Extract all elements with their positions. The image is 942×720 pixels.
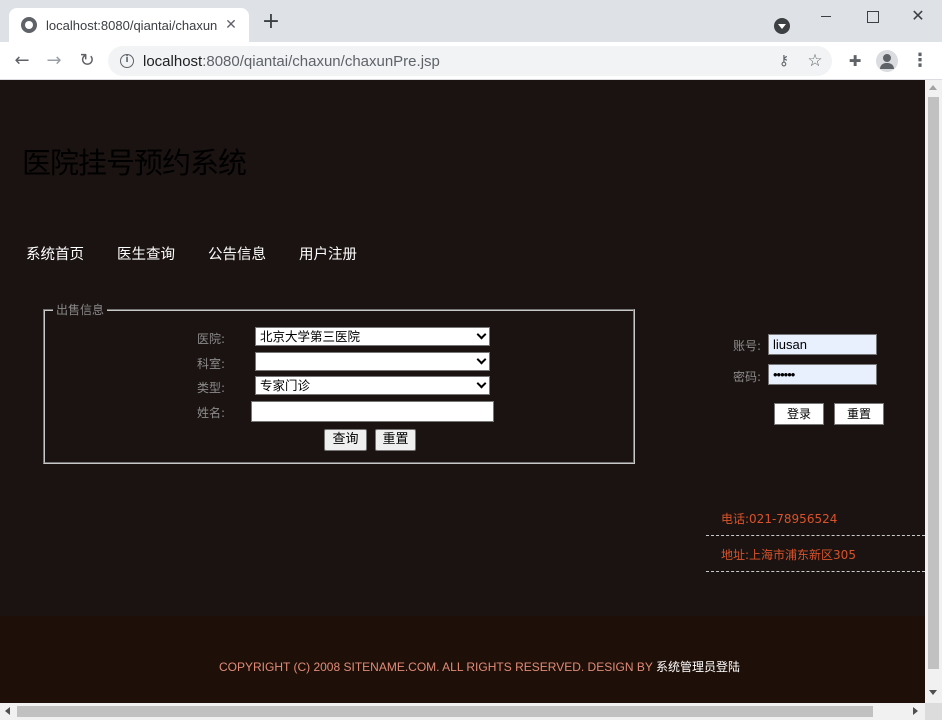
hospital-select[interactable]: 北京大学第三医院: [255, 327, 490, 346]
browser-tab[interactable]: localhost:8080/qiantai/chaxun/ ✕: [9, 8, 249, 42]
department-label: 科室:: [197, 357, 226, 371]
login-button[interactable]: 登录: [774, 403, 824, 425]
type-row: 类型: 专家门诊: [45, 376, 635, 398]
scrollbar-corner: [925, 703, 942, 720]
profile-avatar-icon[interactable]: [876, 50, 898, 72]
department-row: 科室:: [45, 352, 635, 374]
nav-user-register[interactable]: 用户注册: [299, 243, 357, 264]
browser-toolbar: ← → ↻ i localhost:8080/qiantai/chaxun/ch…: [0, 42, 942, 80]
password-label: 密码:: [733, 370, 762, 384]
type-selected-value: 专家门诊: [260, 378, 311, 393]
reset-login-button[interactable]: 重置: [834, 403, 884, 425]
form-buttons-row: 查询 重置: [45, 429, 635, 451]
key-icon[interactable]: ⚷: [776, 53, 792, 69]
url-host: localhost: [143, 52, 203, 70]
site-title: 医院挂号预约系统: [22, 146, 247, 180]
hospital-selected-value: 北京大学第三医院: [260, 329, 361, 344]
scroll-left-icon[interactable]: [5, 707, 10, 715]
page-footer: COPYRIGHT (C) 2008 SITENAME.COM. ALL RIG…: [0, 616, 925, 703]
close-window-button[interactable]: ✕: [908, 6, 928, 26]
tab-close-icon[interactable]: ✕: [223, 17, 239, 33]
copyright-text: COPYRIGHT (C) 2008 SITENAME.COM. ALL RIG…: [219, 660, 656, 674]
chevron-down-icon: [476, 329, 487, 340]
back-arrow-icon[interactable]: ←: [10, 49, 34, 73]
main-nav: 系统首页 医生查询 公告信息 用户注册: [26, 243, 390, 264]
chevron-down-icon: [476, 354, 487, 365]
account-input[interactable]: liusan: [768, 334, 877, 355]
contact-address: 地址:上海市浦东新区305: [721, 548, 856, 562]
search-fieldset: 出售信息 医院: 北京大学第三医院 科室: 类型: 专家门诊 姓名: 查询 重置: [43, 303, 635, 464]
reset-search-button[interactable]: 重置: [375, 429, 416, 451]
chevron-down-icon: [476, 378, 487, 389]
url-path: :8080/qiantai/chaxun/chaxunPre.jsp: [202, 52, 440, 70]
name-row: 姓名:: [45, 401, 635, 423]
forward-arrow-icon[interactable]: →: [42, 49, 66, 73]
reload-icon[interactable]: ↻: [75, 49, 99, 73]
minimize-button[interactable]: [816, 6, 836, 26]
hospital-label: 医院:: [197, 332, 226, 346]
type-label: 类型:: [197, 381, 226, 395]
kebab-menu-icon[interactable]: ⋮: [910, 50, 930, 72]
bookmark-star-icon[interactable]: ☆: [806, 52, 824, 70]
globe-icon: [21, 17, 37, 33]
admin-login-link[interactable]: 系统管理员登陆: [656, 660, 740, 674]
scroll-up-icon[interactable]: [929, 85, 937, 90]
contact-divider: [706, 535, 925, 536]
address-bar[interactable]: i localhost:8080/qiantai/chaxun/chaxunPr…: [108, 46, 832, 76]
footer-copyright: COPYRIGHT (C) 2008 SITENAME.COM. ALL RIG…: [219, 658, 740, 675]
name-input[interactable]: [251, 401, 494, 422]
password-input[interactable]: ••••••: [768, 364, 877, 385]
tab-title: localhost:8080/qiantai/chaxun/: [46, 17, 217, 33]
query-button[interactable]: 查询: [324, 429, 367, 451]
scroll-down-icon[interactable]: [929, 690, 937, 695]
fieldset-legend: 出售信息: [53, 303, 108, 317]
info-icon[interactable]: i: [120, 54, 134, 68]
contact-phone: 电话:021-78956524: [721, 512, 838, 526]
vertical-scroll-thumb[interactable]: [928, 97, 939, 669]
tab-search-icon[interactable]: [774, 18, 790, 34]
new-tab-button[interactable]: +: [260, 11, 282, 34]
horizontal-scrollbar[interactable]: [0, 703, 925, 720]
type-select[interactable]: 专家门诊: [255, 376, 490, 395]
maximize-button[interactable]: [862, 6, 882, 26]
contact-divider: [706, 571, 925, 572]
department-select[interactable]: [255, 352, 490, 371]
horizontal-scroll-thumb[interactable]: [17, 706, 873, 717]
hospital-row: 医院: 北京大学第三医院: [45, 327, 635, 349]
nav-doctor-search[interactable]: 医生查询: [117, 243, 175, 264]
name-label: 姓名:: [197, 406, 226, 420]
account-label: 账号:: [733, 339, 762, 353]
nav-announcements[interactable]: 公告信息: [208, 243, 266, 264]
page-viewport: 医院挂号预约系统 系统首页 医生查询 公告信息 用户注册 出售信息 医院: 北京…: [0, 80, 925, 703]
vertical-scrollbar[interactable]: [925, 80, 942, 703]
nav-home[interactable]: 系统首页: [26, 243, 84, 264]
browser-tabstrip: localhost:8080/qiantai/chaxun/ ✕ + ✕: [0, 0, 942, 42]
extensions-puzzle-icon[interactable]: ✚: [846, 52, 864, 70]
scroll-right-icon[interactable]: [913, 707, 918, 715]
